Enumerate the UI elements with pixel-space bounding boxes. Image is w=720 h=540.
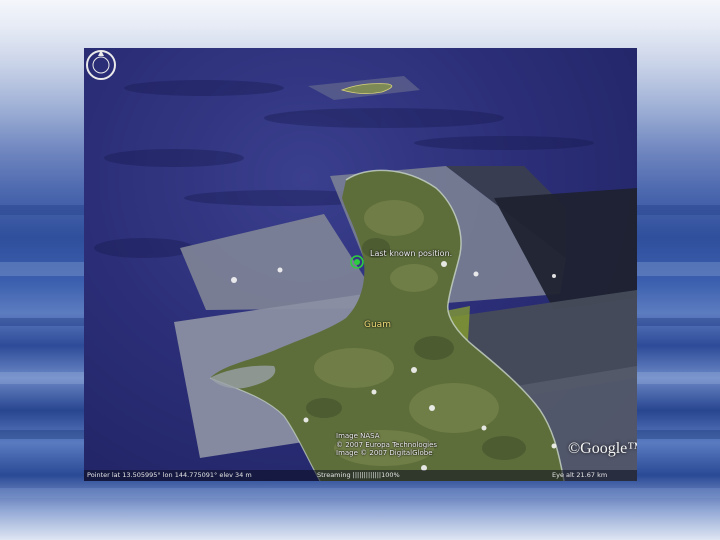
credit-line: © 2007 Europa Technologies xyxy=(336,440,438,449)
google-logo: ©Google™ xyxy=(568,440,637,457)
credit-line: Image NASA xyxy=(336,432,380,440)
streaming-status: Streaming |||||||||||||100% xyxy=(317,471,400,479)
status-bar: Pointer lat 13.505995° lon 144.775091° e… xyxy=(84,470,637,481)
placemark-icon[interactable] xyxy=(350,255,364,269)
background-streak xyxy=(0,488,720,498)
pointer-readout: Pointer lat 13.505995° lon 144.775091° e… xyxy=(87,471,252,479)
eye-altitude: Eye alt 21.67 km xyxy=(552,471,608,479)
map-viewport[interactable]: Last known position. Guam Image NASA © 2… xyxy=(84,48,637,481)
compass-icon[interactable] xyxy=(84,48,118,82)
island-label: Guam xyxy=(364,320,391,330)
imagery-credits: Image NASA © 2007 Europa Technologies Im… xyxy=(336,432,437,458)
placemark-label[interactable]: Last known position. xyxy=(370,249,452,258)
credit-line: Image © 2007 DigitalGlobe xyxy=(336,449,433,457)
